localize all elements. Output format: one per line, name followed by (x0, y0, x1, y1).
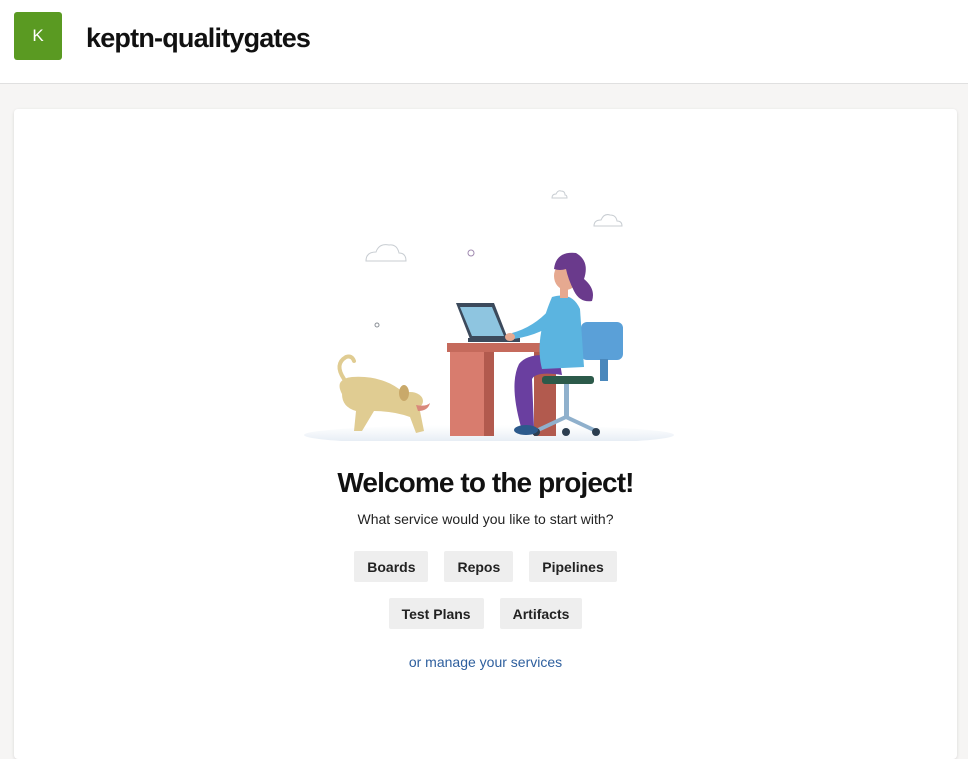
project-header: K keptn-qualitygates (0, 0, 968, 84)
manage-services-link[interactable]: or manage your services (409, 654, 562, 670)
artifacts-button[interactable]: Artifacts (499, 598, 583, 629)
welcome-card: Welcome to the project! What service wou… (14, 109, 957, 759)
boards-button[interactable]: Boards (354, 551, 429, 582)
manage-services-container: or manage your services (14, 654, 957, 670)
cloud-icon (551, 190, 568, 199)
dot-decoration (374, 322, 380, 328)
avatar-letter: K (32, 26, 44, 45)
cloud-icon (365, 244, 407, 262)
welcome-illustration (304, 190, 674, 441)
project-title: keptn-qualitygates (86, 23, 311, 53)
test-plans-button[interactable]: Test Plans (388, 598, 484, 629)
repos-button[interactable]: Repos (444, 551, 514, 582)
welcome-title: Welcome to the project! (337, 467, 634, 498)
project-avatar: K (14, 12, 62, 60)
cloud-icon (593, 214, 623, 227)
welcome-subtitle: What service would you like to start wit… (357, 511, 614, 527)
service-buttons-row-1: Boards Repos Pipelines (14, 551, 957, 582)
dog (337, 354, 430, 433)
service-buttons-row-2: Test Plans Artifacts (14, 598, 957, 629)
dot-decoration (467, 249, 475, 257)
pipelines-button[interactable]: Pipelines (529, 551, 617, 582)
